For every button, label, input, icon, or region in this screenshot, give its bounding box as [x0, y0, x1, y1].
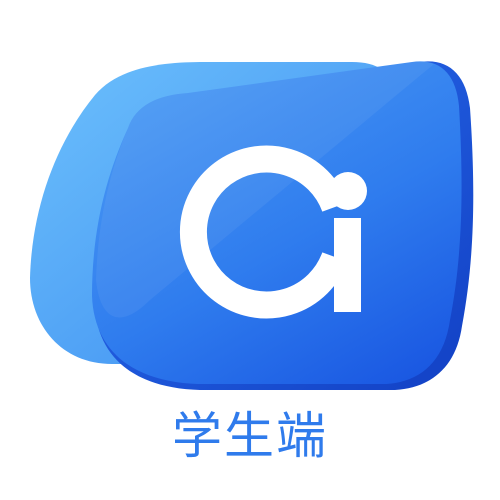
- app-icon-canvas: 学生端: [0, 0, 500, 500]
- ai-logo-icon: [30, 61, 474, 391]
- caption-label: 学生端: [172, 407, 328, 465]
- letter-i-dot: [329, 172, 367, 210]
- letter-i-stem: [334, 218, 361, 312]
